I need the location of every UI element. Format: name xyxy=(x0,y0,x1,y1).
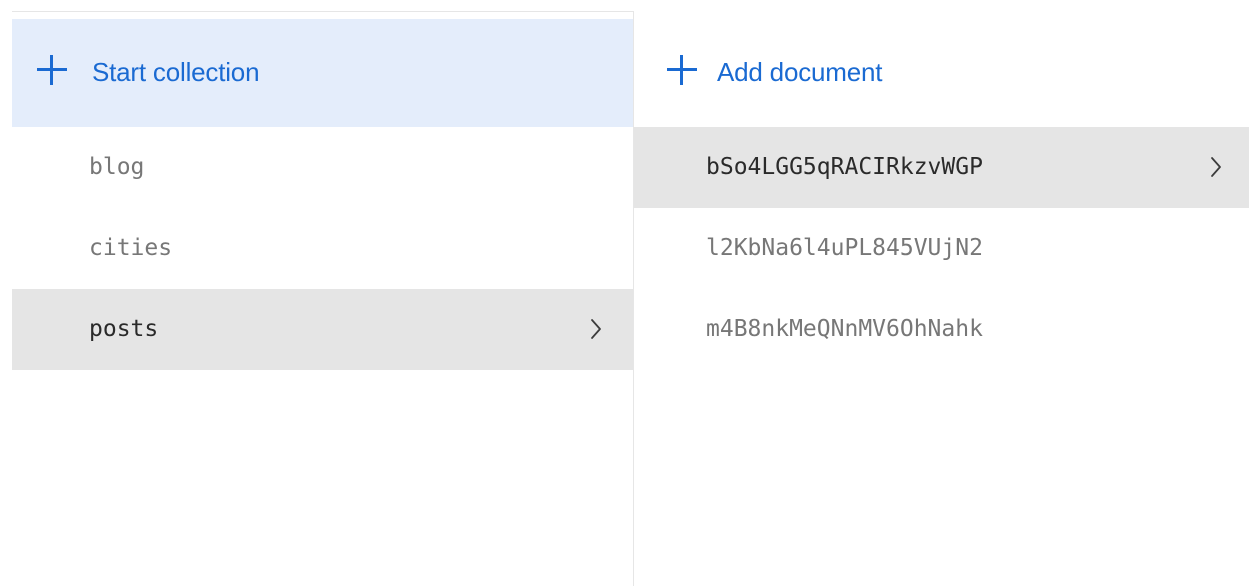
collection-item-label: posts xyxy=(89,316,159,342)
document-item-bSo4LGG5qRACIRkzvWGP[interactable]: bSo4LGG5qRACIRkzvWGP xyxy=(634,127,1249,208)
document-item-label: bSo4LGG5qRACIRkzvWGP xyxy=(706,154,983,180)
add-document-button[interactable]: Add document xyxy=(634,19,1249,127)
add-document-label: Add document xyxy=(717,57,883,87)
plus-icon xyxy=(37,55,67,85)
document-item-l2KbNa6l4uPL845VUjN2[interactable]: l2KbNa6l4uPL845VUjN2 xyxy=(634,208,1249,289)
document-item-label: l2KbNa6l4uPL845VUjN2 xyxy=(706,235,983,261)
collection-item-posts[interactable]: posts xyxy=(12,289,633,370)
collection-item-blog[interactable]: blog xyxy=(12,127,633,208)
firestore-data-panes: Start collection blog cities posts Add d… xyxy=(0,0,1249,586)
start-collection-label: Start collection xyxy=(92,57,260,87)
chevron-right-icon xyxy=(590,317,602,341)
collection-item-cities[interactable]: cities xyxy=(12,208,633,289)
chevron-right-icon xyxy=(1210,155,1222,179)
collection-item-label: cities xyxy=(89,235,173,261)
collection-item-label: blog xyxy=(89,154,145,180)
document-item-m4B8nkMeQNnMV6OhNahk[interactable]: m4B8nkMeQNnMV6OhNahk xyxy=(634,289,1249,370)
plus-icon xyxy=(667,55,697,85)
top-divider xyxy=(12,11,633,12)
document-item-label: m4B8nkMeQNnMV6OhNahk xyxy=(706,316,983,342)
start-collection-button[interactable]: Start collection xyxy=(12,19,633,127)
